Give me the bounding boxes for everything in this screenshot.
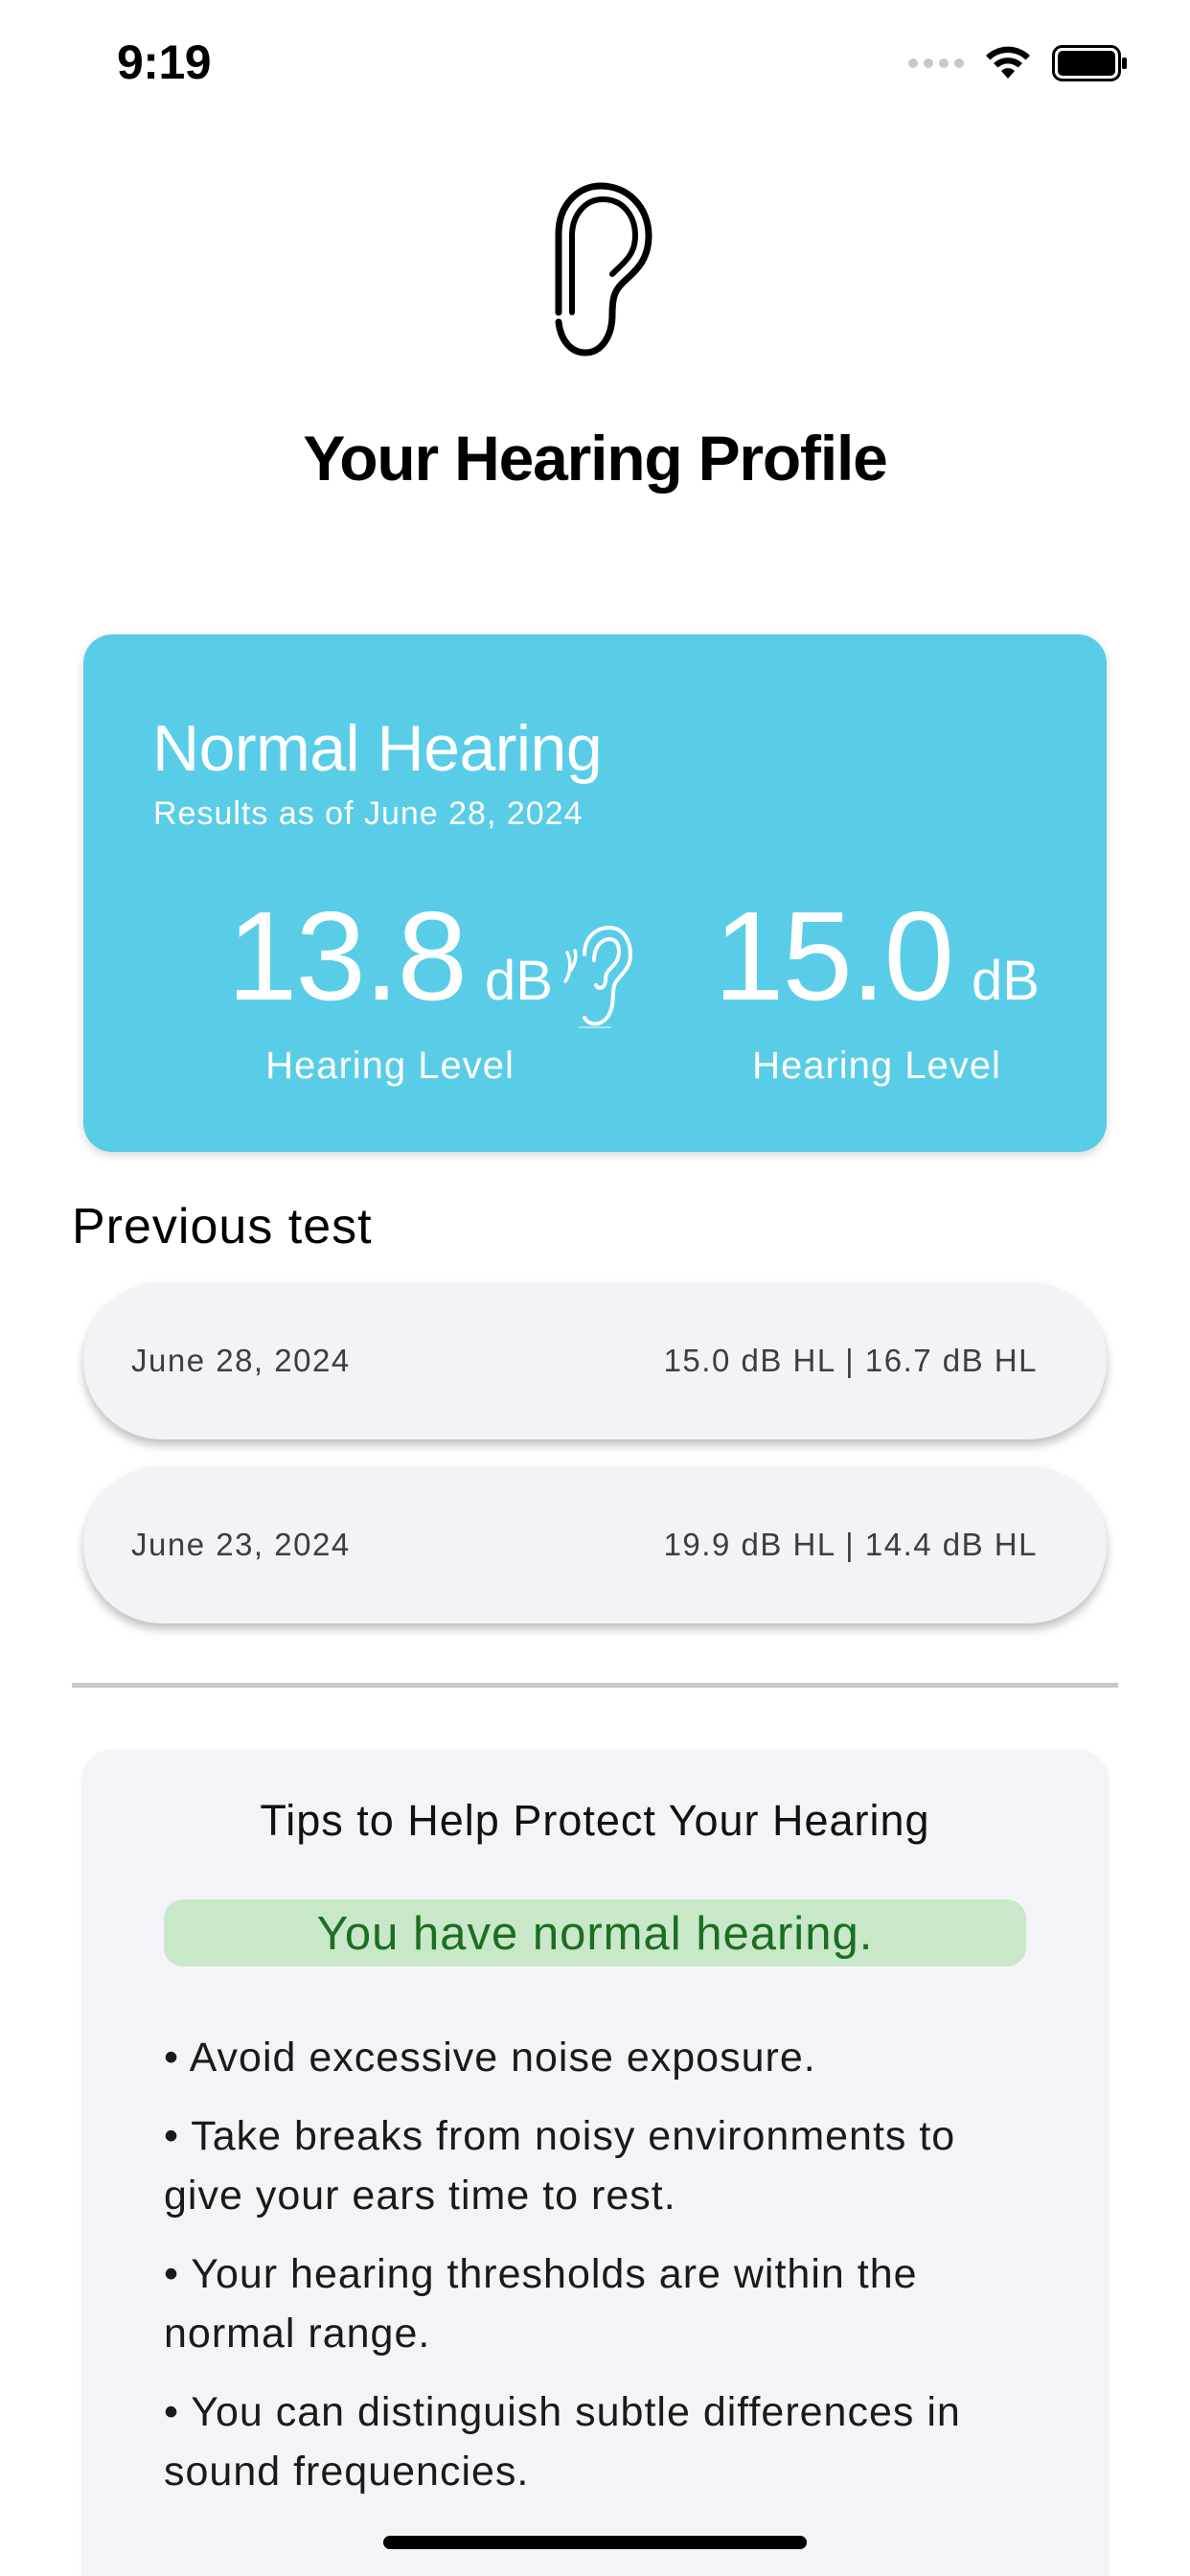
left-ear-value: 13.8: [227, 886, 468, 1026]
right-ear-unit: dB: [971, 950, 1040, 1012]
left-ear-unit: dB: [484, 950, 553, 1012]
hearing-status-badge: You have normal hearing.: [164, 1899, 1026, 1966]
previous-test-heading: Previous test: [72, 1199, 373, 1254]
status-time: 9:19: [117, 35, 212, 89]
right-ear-result: 15.0 dB Hearing Level: [675, 893, 1078, 1088]
hearing-status-title: Normal Hearing: [152, 712, 603, 785]
tips-list: • Avoid excessive noise exposure. • Take…: [164, 2028, 1045, 2520]
page-title: Your Hearing Profile: [303, 423, 887, 494]
status-bar: 9:19: [0, 0, 1190, 125]
previous-test-row[interactable]: June 23, 2024 19.9 dB HL | 14.4 dB HL: [83, 1466, 1107, 1623]
status-icons: [908, 42, 1129, 84]
divider: [72, 1683, 1118, 1688]
previous-test-row[interactable]: June 28, 2024 15.0 dB HL | 16.7 dB HL: [83, 1282, 1107, 1439]
home-indicator[interactable]: [383, 2536, 807, 2549]
ear-icon: [563, 925, 633, 1028]
cellular-signal-icon: [908, 58, 964, 68]
tips-title: Tips to Help Protect Your Hearing: [260, 1796, 930, 1845]
left-ear-result: 13.8 dB Hearing Level: [189, 893, 591, 1088]
right-ear-value: 15.0: [714, 886, 954, 1026]
ear-icon: [555, 182, 652, 356]
wifi-icon: [986, 46, 1030, 79]
test-values: 19.9 dB HL | 14.4 dB HL: [663, 1527, 1038, 1562]
tip-item: • Your hearing thresholds are within the…: [164, 2251, 918, 2357]
tips-card: Tips to Help Protect Your Hearing You ha…: [83, 1750, 1107, 2576]
tip-item: • You can distinguish subtle differences…: [164, 2389, 961, 2495]
left-ear-label: Hearing Level: [265, 1045, 515, 1087]
results-date: Results as of June 28, 2024: [153, 795, 584, 832]
test-values: 15.0 dB HL | 16.7 dB HL: [663, 1343, 1038, 1378]
test-date: June 28, 2024: [131, 1343, 351, 1378]
hearing-summary-card: Normal Hearing Results as of June 28, 20…: [83, 634, 1107, 1152]
battery-icon: [1052, 45, 1127, 81]
tip-item: • Take breaks from noisy environments to…: [164, 2113, 956, 2219]
tip-item: • Avoid excessive noise exposure.: [164, 2035, 816, 2081]
test-date: June 23, 2024: [131, 1527, 351, 1562]
right-ear-label: Hearing Level: [752, 1045, 1001, 1087]
